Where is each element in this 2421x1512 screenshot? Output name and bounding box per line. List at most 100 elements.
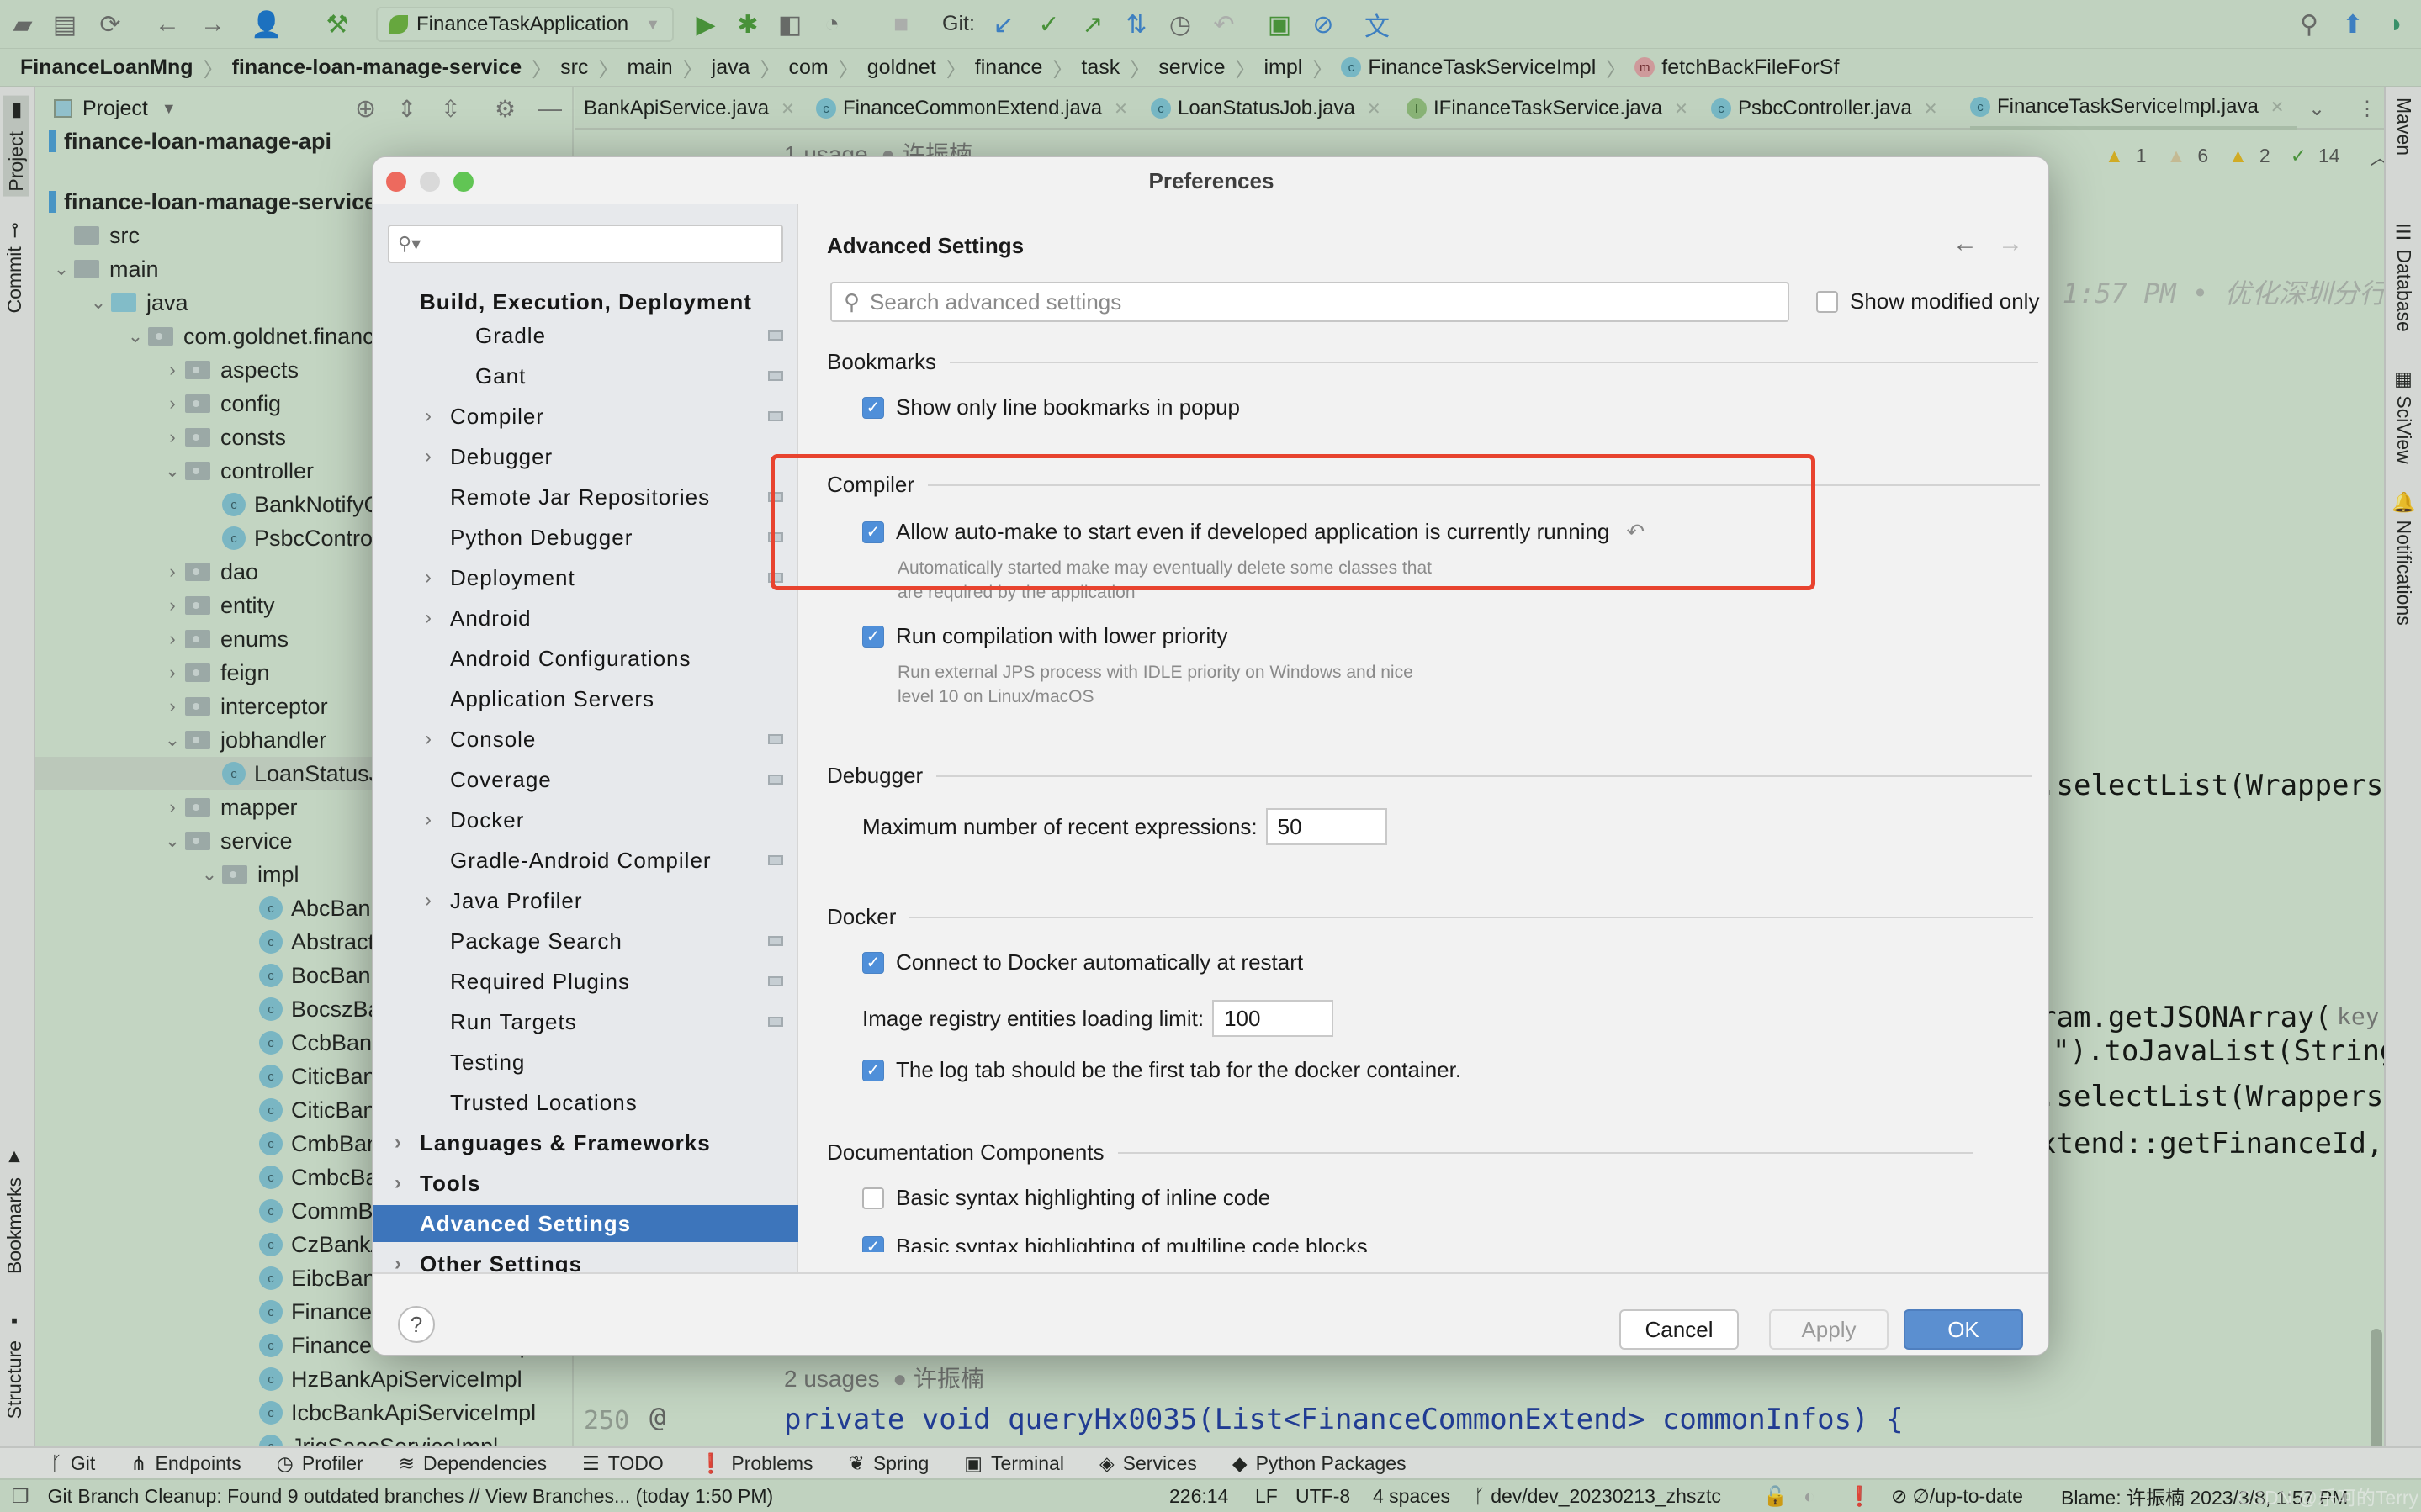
update-icon[interactable]: ⬆ [2339,10,2367,39]
chevron-right-icon[interactable]: › [425,566,432,589]
tree-item-folder[interactable]: › interceptor [160,690,327,723]
show-modified-only-checkbox[interactable]: Show modified only [1816,288,2039,315]
breadcrumb-item[interactable]: src [560,56,588,80]
tree-item-folder[interactable]: › dao [160,555,258,589]
tool-services[interactable]: ◈ Services [1099,1452,1197,1475]
file-encoding[interactable]: UTF-8 [1295,1485,1350,1508]
chevron-right-icon[interactable]: › [160,662,185,684]
settings-item[interactable]: › Android [373,600,798,637]
settings-item[interactable]: Gradle-Android Compiler [373,842,798,879]
git-fetch-icon[interactable]: ⇅ [1122,10,1151,39]
settings-item[interactable]: Python Debugger [373,519,798,556]
chevron-down-icon[interactable]: ⌄ [160,460,185,482]
warning-icon[interactable]: ❗ [1847,1485,1872,1508]
tool-window-notifications[interactable]: 🔔 Notifications [2392,491,2416,626]
tool-spring[interactable]: ❦ Spring [849,1452,930,1475]
settings-item[interactable]: › Languages & Frameworks [373,1124,798,1161]
usage-hint[interactable]: 2 usages ● 许振楠 [784,1361,984,1394]
registry-limit-input[interactable]: 100 [1212,1000,1334,1037]
allow-auto-make-option[interactable]: ✓ Allow auto-make to start even if devel… [862,519,1645,545]
tree-item-folder[interactable]: › enums [160,622,289,656]
editor-tab[interactable]: I IFinanceTaskService.java ✕ [1407,87,1688,130]
help-button[interactable]: ? [398,1306,435,1343]
checkbox[interactable] [862,1187,884,1209]
tool-endpoints[interactable]: ⋔ Endpoints [130,1452,241,1475]
tool-window-maven[interactable]: Maven [2392,98,2415,156]
git-update-icon[interactable]: ↙ [989,10,1018,39]
chevron-down-icon[interactable]: ⌄ [49,258,74,280]
tree-item-folder[interactable]: › config [160,387,281,420]
editor-tab[interactable]: c PsbcController.java ✕ [1711,87,1938,130]
gear-icon[interactable]: ⚙ [495,95,516,123]
close-icon[interactable]: ✕ [1114,98,1128,119]
tool-window-structure[interactable]: Structure ▪ [3,1310,26,1419]
sync-icon[interactable]: ⟳ [96,10,124,39]
rollback-icon[interactable]: ↶ [1210,10,1238,39]
settings-item[interactable]: › Debugger [373,438,798,475]
close-icon[interactable]: ✕ [1924,98,1938,119]
editor-tab[interactable]: BankApiService.java ✕ [584,87,795,130]
chevron-down-icon[interactable]: ⌄ [160,729,185,751]
reset-icon[interactable]: ↶ [1626,519,1645,545]
lower-priority-option[interactable]: ✓ Run compilation with lower priority [862,623,1227,649]
settings-item[interactable]: › Compiler [373,398,798,435]
inspections-widget[interactable]: ▲1 ▲6 ▲2 ✓14 ︿ ﹀ [2105,141,2421,170]
max-recent-expressions-input[interactable]: 50 [1265,808,1387,845]
jetbrains-icon[interactable]: ◗ [2382,10,2411,39]
settings-item[interactable]: Build, Execution, Deployment [373,283,798,320]
settings-item[interactable]: Trusted Locations [373,1084,798,1121]
hide-icon[interactable]: — [538,95,562,122]
breadcrumb-item[interactable]: impl [1263,56,1302,80]
breadcrumb-method[interactable]: fetchBackFileForSf [1661,56,1839,80]
user-icon[interactable]: 👤 [251,10,282,39]
close-icon[interactable]: ✕ [2270,97,2285,118]
debug-icon[interactable]: ✱ [734,10,762,39]
chevron-right-icon[interactable]: › [160,393,185,415]
vcs-status[interactable]: ⊘ ∅/up-to-date [1891,1485,2023,1508]
connect-docker-auto-option[interactable]: ✓ Connect to Docker automatically at res… [862,949,1303,975]
back-arrow-icon[interactable]: ← [1952,230,1978,258]
settings-item[interactable]: Package Search [373,923,798,960]
more-icon[interactable]: ⋮ [2357,87,2377,130]
chevron-right-icon[interactable]: › [160,796,185,818]
checkbox-checked[interactable]: ✓ [862,625,884,648]
chevron-right-icon[interactable]: › [425,606,432,630]
tree-item-folder[interactable]: src [49,219,140,252]
tool-window-database[interactable]: ☰ Database [2392,222,2415,332]
code-fragment[interactable]: ram.getJSONArray( [2039,1001,2332,1034]
tree-item-folder[interactable]: ⌄ impl [197,858,299,891]
breadcrumb-class[interactable]: FinanceTaskServiceImpl [1368,56,1596,80]
breadcrumb-item[interactable]: main [627,56,672,80]
tree-item-folder[interactable]: › consts [160,420,286,454]
tool-window-bookmarks[interactable]: Bookmarks ▼ [3,1147,26,1274]
search-icon[interactable]: ⚲ [2295,10,2323,39]
git-push-icon[interactable]: ↗ [1078,10,1107,39]
forward-arrow-icon[interactable]: → [1998,230,2023,258]
tab-list-chevron-icon[interactable]: ⌄ [2308,87,2325,130]
chevron-right-icon[interactable]: › [160,561,185,583]
editor-tab[interactable]: c FinanceCommonExtend.java ✕ [816,87,1128,130]
chevron-right-icon[interactable]: › [160,426,185,448]
tool-todo[interactable]: ☰ TODO [582,1452,664,1475]
tree-item-class[interactable]: c IcbcBankApiServiceImpl [234,1396,536,1430]
log-tab-first-option[interactable]: ✓ The log tab should be the first tab fo… [862,1057,1461,1083]
inline-code-highlighting-option[interactable]: Basic syntax highlighting of inline code [862,1185,1270,1211]
tree-item-folder[interactable]: finance-loan-manage-service [49,185,377,219]
tool-profiler[interactable]: ◷ Profiler [277,1452,363,1475]
project-view-select[interactable]: Project [82,97,148,121]
breadcrumb-item[interactable]: task [1081,56,1120,80]
history-icon[interactable]: ◷ [1166,10,1195,39]
chevron-down-icon[interactable]: ⌄ [123,325,148,347]
chevron-right-icon[interactable]: › [425,889,432,912]
breadcrumb-item[interactable]: java [712,56,750,80]
settings-item[interactable]: Run Targets [373,1003,798,1040]
chevron-right-icon[interactable]: › [160,595,185,616]
tool-dependencies[interactable]: ≋ Dependencies [399,1452,547,1475]
no-icon[interactable]: ⊘ [1309,10,1338,39]
line-separator[interactable]: LF [1255,1485,1278,1508]
breadcrumb-item[interactable]: service [1158,56,1225,80]
multiline-code-highlighting-option[interactable]: ✓ Basic syntax highlighting of multiline… [862,1234,1368,1252]
chevron-right-icon[interactable]: › [425,404,432,428]
git-commit-icon[interactable]: ✓ [1035,10,1063,39]
close-icon[interactable]: ✕ [1674,98,1688,119]
